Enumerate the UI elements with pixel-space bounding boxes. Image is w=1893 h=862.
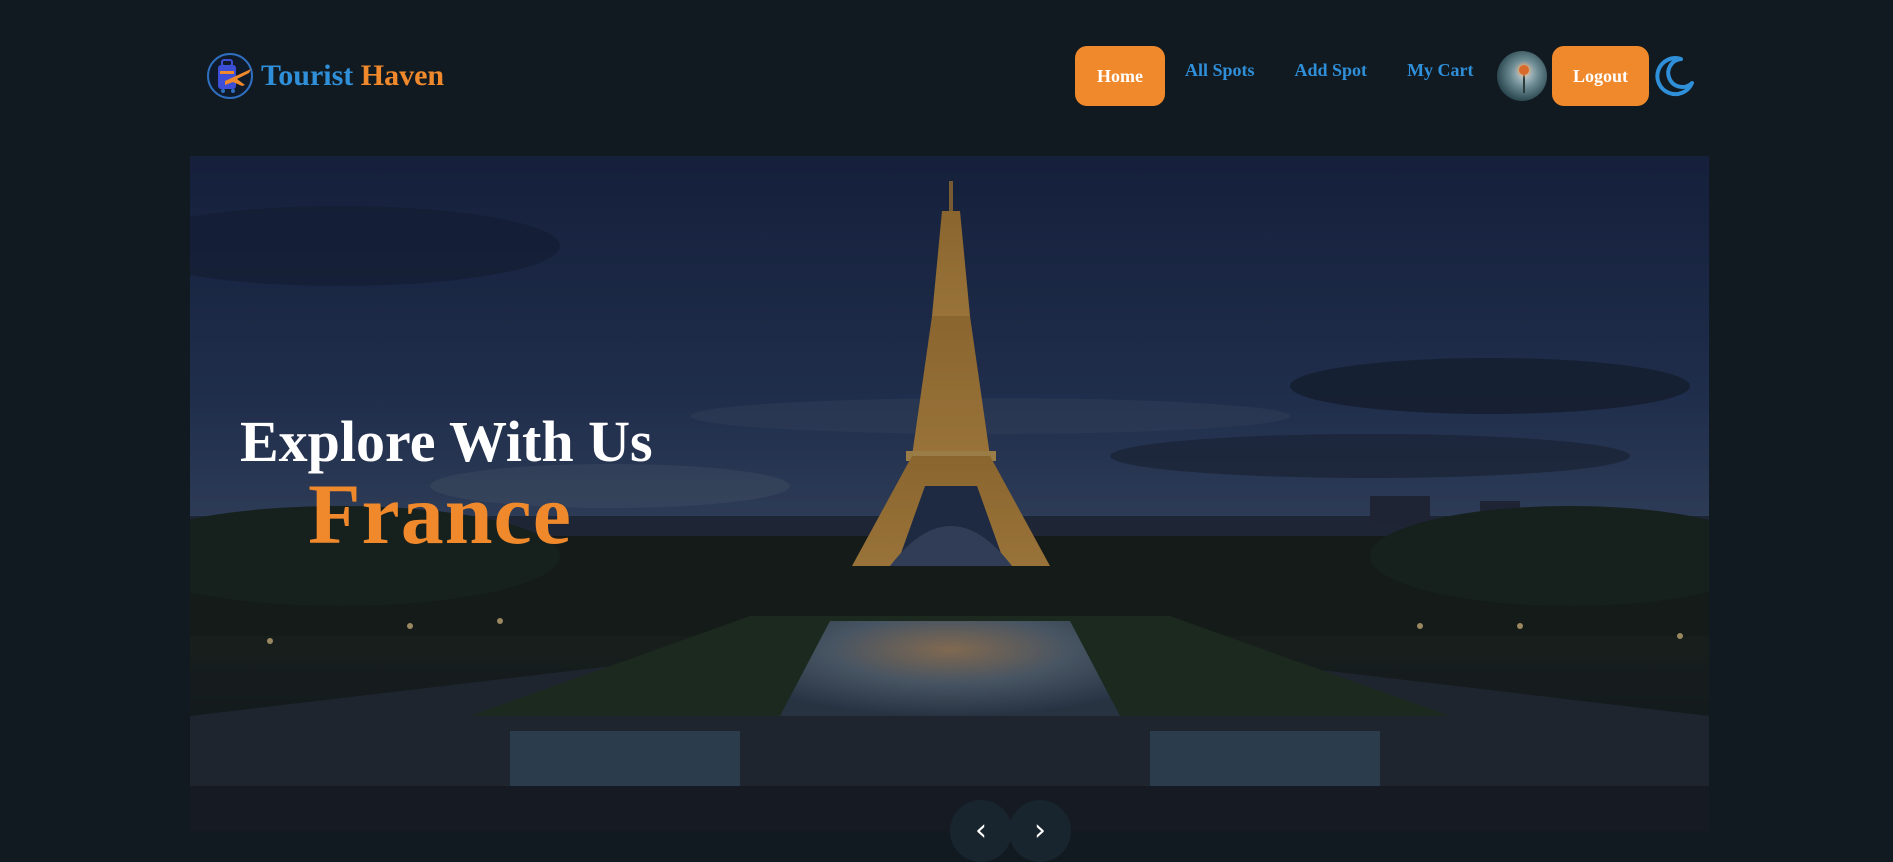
- brand-name: Tourist Haven: [261, 59, 444, 93]
- nav-add-spot[interactable]: Add Spot: [1275, 40, 1388, 100]
- navbar: Tourist Haven Home All Spots Add Spot My…: [0, 0, 1893, 150]
- hero-place-name: France: [308, 466, 572, 562]
- logout-button[interactable]: Logout: [1552, 46, 1649, 106]
- brand-name-second: Haven: [360, 59, 445, 92]
- hero-banner: Explore With Us France: [190, 156, 1709, 831]
- nav-home[interactable]: Home: [1075, 46, 1165, 106]
- user-avatar[interactable]: [1497, 51, 1547, 101]
- nav-my-cart[interactable]: My Cart: [1387, 40, 1493, 100]
- slider-prev-button[interactable]: ‹: [950, 800, 1012, 862]
- travel-luggage-plane-icon: [207, 53, 253, 99]
- brand-link[interactable]: Tourist Haven: [205, 50, 444, 102]
- nav-links: Home All Spots Add Spot My Cart: [1075, 46, 1494, 106]
- brand-name-first: Tourist: [261, 59, 354, 92]
- slider-next-button[interactable]: ›: [1009, 800, 1071, 862]
- moon-icon[interactable]: [1651, 53, 1697, 99]
- nav-all-spots[interactable]: All Spots: [1165, 40, 1275, 100]
